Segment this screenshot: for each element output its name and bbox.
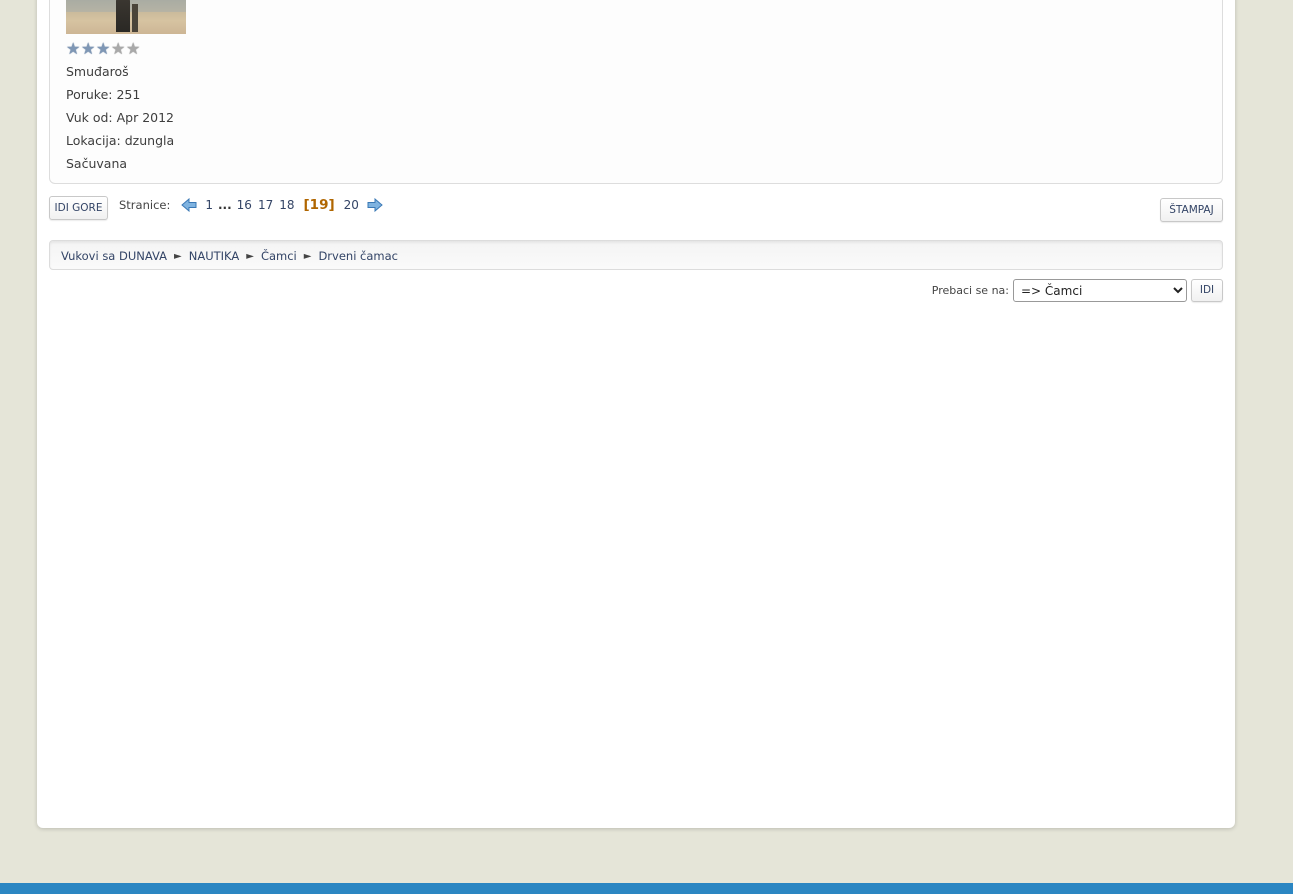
breadcrumb-item[interactable]: NAUTIKA <box>189 249 240 263</box>
breadcrumb-separator: ► <box>246 250 254 262</box>
star-icon: ★ <box>96 39 111 58</box>
next-page-icon[interactable] <box>367 197 383 213</box>
breadcrumb: Vukovi sa DUNAVA ► NAUTIKA ► Čamci ► Drv… <box>49 240 1223 270</box>
jump-label: Prebaci se na: <box>931 284 1009 297</box>
avatar[interactable] <box>66 0 186 34</box>
jump-go-button[interactable]: IDI <box>1191 279 1223 302</box>
page-link[interactable]: 20 <box>344 198 359 212</box>
post-author-panel: ★ ★ ★ ★ ★ Smuđaroš Poruke: 251 Vuk od: A… <box>49 0 1223 184</box>
member-posts: Poruke: 251 <box>66 87 141 102</box>
go-up-button[interactable]: IDI GORE <box>49 196 108 220</box>
footer-strip <box>0 883 1293 894</box>
star-empty-icon: ★ <box>126 39 141 58</box>
print-button[interactable]: ŠTAMPAJ <box>1160 198 1223 222</box>
prev-page-icon[interactable] <box>181 197 197 213</box>
page-link[interactable]: 16 <box>237 198 252 212</box>
star-empty-icon: ★ <box>111 39 126 58</box>
avatar-figure <box>116 0 130 32</box>
avatar-figure-rod <box>132 4 138 32</box>
member-rank: Smuđaroš <box>66 64 129 79</box>
jump-to: Prebaci se na: => Čamci IDI <box>932 279 1223 302</box>
star-icon: ★ <box>66 39 81 58</box>
member-status: Sačuvana <box>66 156 128 171</box>
jump-select[interactable]: => Čamci <box>1013 279 1187 302</box>
page-link[interactable]: 17 <box>258 198 273 212</box>
member-since: Vuk od: Apr 2012 <box>66 110 175 125</box>
star-icon: ★ <box>81 39 96 58</box>
breadcrumb-separator: ► <box>174 250 182 262</box>
pagination: Stranice: 1 ... 16 17 18 [19] 20 <box>119 197 388 213</box>
pagination-label: Stranice: <box>119 198 171 212</box>
breadcrumb-item[interactable]: Vukovi sa DUNAVA <box>61 249 167 263</box>
member-location: Lokacija: dzungla <box>66 133 175 148</box>
breadcrumb-item[interactable]: Drveni čamac <box>318 249 398 263</box>
page-link[interactable]: 18 <box>279 198 294 212</box>
pagination-ellipsis: ... <box>217 198 232 212</box>
breadcrumb-separator: ► <box>303 250 312 262</box>
current-page: [19] <box>303 197 335 213</box>
page-container: ★ ★ ★ ★ ★ Smuđaroš Poruke: 251 Vuk od: A… <box>37 0 1235 828</box>
page-link[interactable]: 1 <box>205 198 213 212</box>
breadcrumb-item[interactable]: Čamci <box>261 249 297 263</box>
rank-stars: ★ ★ ★ ★ ★ <box>66 39 141 58</box>
